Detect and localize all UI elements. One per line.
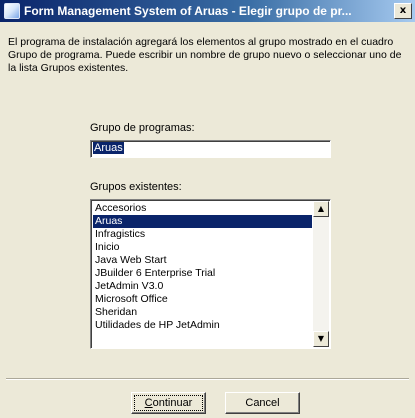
app-icon — [4, 3, 20, 19]
title-bar[interactable]: Form Management System of Aruas - Elegir… — [0, 0, 415, 22]
program-group-input[interactable]: Aruas — [90, 140, 331, 158]
scroll-up-icon[interactable]: ▲ — [313, 201, 329, 217]
window-title: Form Management System of Aruas - Elegir… — [24, 4, 352, 18]
dialog-window: Form Management System of Aruas - Elegir… — [0, 0, 415, 418]
list-item[interactable]: Inicio — [93, 241, 312, 254]
list-item[interactable]: Java Web Start — [93, 254, 312, 267]
list-item[interactable]: JBuilder 6 Enterprise Trial — [93, 267, 312, 280]
vertical-scrollbar[interactable]: ▲ ▼ — [313, 201, 329, 347]
list-item[interactable]: Microsoft Office — [93, 293, 312, 306]
list-item[interactable]: Aruas — [93, 215, 312, 228]
program-group-value: Aruas — [93, 142, 124, 154]
existing-groups-label: Grupos existentes: — [90, 181, 182, 193]
cancel-button[interactable]: Cancel — [225, 392, 300, 414]
list-items: Accesorios Aruas Infragistics Inicio Java We… — [93, 202, 312, 332]
scroll-down-icon[interactable]: ▼ — [313, 331, 329, 347]
program-group-label: Grupo de programas: — [90, 122, 195, 134]
close-button[interactable]: x — [394, 3, 412, 19]
list-item[interactable]: Accesorios — [93, 202, 312, 215]
continue-accelerator: C — [144, 397, 153, 409]
instructions-text: El programa de instalación agregará los … — [8, 36, 402, 74]
list-item[interactable]: Utilidades de HP JetAdmin — [93, 319, 312, 332]
continue-button[interactable]: Continuar — [131, 392, 206, 414]
continue-label: ontinuar — [152, 397, 193, 409]
list-item[interactable]: JetAdmin V3.0 — [93, 280, 312, 293]
existing-groups-list[interactable]: Accesorios Aruas Infragistics Inicio Java We… — [90, 199, 331, 349]
separator — [6, 378, 409, 380]
list-item[interactable]: Infragistics — [93, 228, 312, 241]
list-item[interactable]: Sheridan — [93, 306, 312, 319]
